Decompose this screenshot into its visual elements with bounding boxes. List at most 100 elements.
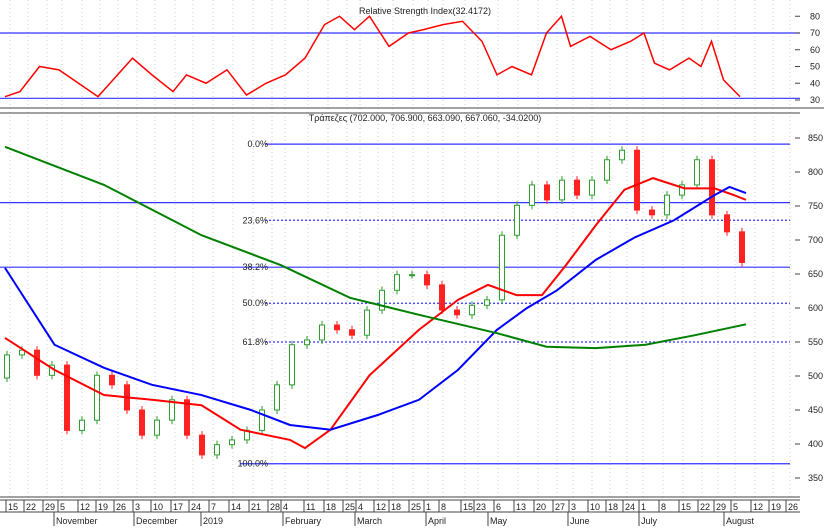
fibonacci-label: 23.6% (242, 215, 268, 225)
chart-canvas: Relative Strength Index(32.4172) Τράπεζε… (0, 0, 824, 526)
rsi-y-label: 30 (810, 95, 820, 105)
rsi-y-label: 70 (810, 28, 820, 38)
price-y-label: 750 (808, 201, 823, 211)
x-tick-label: 17 (173, 502, 183, 512)
x-tick-label: 15 (463, 502, 473, 512)
fibonacci-label: 100.0% (237, 459, 268, 469)
candle-body (109, 374, 115, 386)
x-tick-label: 12 (80, 502, 90, 512)
x-tick-label: 18 (326, 502, 336, 512)
x-tick-label: 7 (211, 502, 216, 512)
x-tick-label: 12 (376, 502, 386, 512)
grid (9, 0, 791, 497)
month-label: 2019 (203, 516, 223, 526)
candle-body (199, 434, 205, 456)
price-title: Τράπεζες (702.000, 706.900, 663.090, 667… (309, 113, 542, 123)
x-tick-label: 22 (700, 502, 710, 512)
price-y-label: 700 (808, 235, 823, 245)
candle-body (424, 274, 430, 286)
candle-body (484, 299, 490, 306)
x-tick-label: 8 (661, 502, 666, 512)
price-y-label: 600 (808, 303, 823, 313)
candle-body (274, 384, 280, 411)
candle-body (409, 274, 415, 277)
rsi-title: Relative Strength Index(32.4172) (359, 6, 491, 16)
candle-body (469, 304, 475, 316)
candle-body (649, 209, 655, 216)
candle-body (319, 324, 325, 341)
x-tick-label: 11 (306, 502, 315, 512)
x-tick-label: 19 (98, 502, 108, 512)
x-tick-label: 25 (345, 502, 355, 512)
x-tick-label: 27 (555, 502, 565, 512)
rsi-panel (0, 14, 800, 99)
month-label: April (428, 516, 446, 526)
candle-body (34, 349, 40, 376)
candle-body (439, 284, 445, 311)
price-y-label: 550 (808, 337, 823, 347)
price-y-label: 450 (808, 405, 823, 415)
candle-body (304, 339, 310, 346)
price-y-label: 400 (808, 439, 823, 449)
moving-average-line (4, 177, 747, 450)
month-label: December (136, 516, 178, 526)
price-y-label: 800 (808, 167, 823, 177)
candle-body (139, 409, 145, 436)
x-tick-label: 13 (516, 502, 526, 512)
fibonacci-label: 0.0% (247, 139, 268, 149)
x-tick-label: 5 (733, 502, 738, 512)
moving-average-line (4, 185, 747, 431)
stock-chart: Relative Strength Index(32.4172) Τράπεζε… (0, 0, 824, 530)
x-tick-label: 3 (135, 502, 140, 512)
x-tick-label: 4 (283, 502, 288, 512)
x-tick-label: 8 (441, 502, 446, 512)
candle-body (634, 149, 640, 211)
rsi-y-label: 40 (810, 78, 820, 88)
x-tick-label: 18 (608, 502, 618, 512)
month-label: July (641, 516, 658, 526)
price-y-label: 850 (808, 133, 823, 143)
candle-body (364, 309, 370, 336)
x-tick-label: 25 (411, 502, 421, 512)
candle-body (349, 329, 355, 336)
candle-body (604, 159, 610, 181)
x-tick-label: 20 (536, 502, 546, 512)
candle-body (619, 149, 625, 161)
candle-body (154, 419, 160, 436)
price-y-label: 500 (808, 371, 823, 381)
axes: 15 22 29 5 12 19 26 3 10 17 24 7 14 21 28 4 11 18 25 4 12 18 2… (5, 11, 823, 526)
candle-body (184, 399, 190, 436)
x-tick-label: 10 (153, 502, 163, 512)
x-tick-label: 21 (251, 502, 261, 512)
rsi-y-label: 50 (810, 62, 820, 72)
x-tick-label: 10 (590, 502, 600, 512)
x-tick-label: 15 (681, 502, 691, 512)
x-tick-label: 26 (788, 502, 798, 512)
candle-body (544, 184, 550, 201)
x-tick-label: 6 (496, 502, 501, 512)
candle-body (529, 184, 535, 206)
rsi-y-label: 80 (810, 11, 820, 21)
x-tick-label: 1 (426, 502, 431, 512)
candle-body (394, 274, 400, 291)
x-tick-label: 24 (625, 502, 635, 512)
x-tick-label: 26 (116, 502, 126, 512)
x-tick-label: 4 (358, 502, 363, 512)
x-tick-label: 18 (391, 502, 401, 512)
x-tick-label: 24 (191, 502, 201, 512)
candle-body (229, 439, 235, 446)
x-tick-label: 3 (571, 502, 576, 512)
fibonacci-label: 38.2% (242, 262, 268, 272)
x-tick-label: 23 (476, 502, 486, 512)
candle-body (694, 159, 700, 186)
price-y-label: 650 (808, 269, 823, 279)
month-label: August (726, 516, 755, 526)
candle-body (709, 159, 715, 216)
candle-body (334, 324, 340, 331)
x-tick-label: 14 (231, 502, 241, 512)
candle-body (664, 194, 670, 216)
candle-body (724, 214, 730, 233)
candle-body (4, 354, 10, 379)
candle-body (739, 231, 745, 263)
rsi-line (4, 14, 741, 98)
